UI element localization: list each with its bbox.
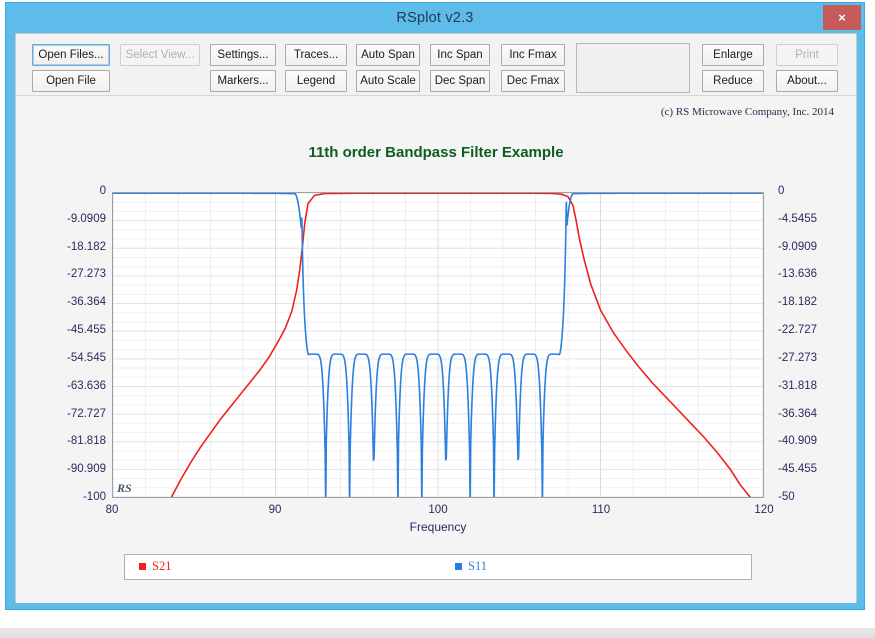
dec-span-button[interactable]: Dec Span (430, 70, 490, 92)
legend-entry[interactable]: S21 (139, 559, 171, 574)
y-left-tick-label: -63.636 (66, 379, 106, 392)
y-right-tick-label: 0 (778, 185, 785, 197)
y-axis-right: 0 -4.5455 -9.0909 -13.636 -18.182 -22.727 -27.… (770, 185, 870, 503)
rs-watermark: RS (117, 481, 132, 495)
legend-swatch-icon (455, 563, 462, 570)
chart-title: 11th order Bandpass Filter Example (308, 144, 564, 161)
y-left-tick-label: -81.818 (66, 435, 106, 448)
plot-panel: (c) RS Microwave Company, Inc. 2014 11th… (16, 96, 856, 603)
y-right-tick-label: -40.909 (778, 435, 818, 448)
markers-button[interactable]: Markers... (210, 70, 276, 92)
legend-swatch-icon (139, 563, 146, 570)
auto-span-button[interactable]: Auto Span (356, 44, 420, 66)
toolbar: Open Files... Select View... Settings...… (16, 34, 856, 96)
y-right-tick-label: -9.0909 (778, 240, 818, 253)
y-left-tick-label: -36.364 (66, 296, 106, 309)
taskbar (0, 628, 875, 638)
traces-button[interactable]: Traces... (285, 44, 347, 66)
x-tick-label: 110 (591, 504, 611, 516)
select-view-button: Select View... (120, 44, 200, 66)
x-tick-label: 120 (754, 504, 774, 516)
y-right-tick-label: -18.182 (778, 296, 818, 309)
gridlines (113, 193, 763, 497)
y-left-tick-label: -45.455 (66, 324, 106, 337)
y-right-tick-label: -45.455 (778, 463, 818, 476)
plot-canvas (113, 193, 763, 497)
y-left-tick-label: -9.0909 (66, 212, 106, 225)
y-right-tick-label: -13.636 (778, 268, 818, 281)
legend: S21 S11 (124, 554, 752, 580)
about-button[interactable]: About... (776, 70, 838, 92)
y-left-tick-label: -90.909 (66, 463, 106, 476)
y-left-tick-label: -54.545 (66, 351, 106, 364)
dec-fmax-button[interactable]: Dec Fmax (501, 70, 565, 92)
legend-label: S11 (468, 559, 487, 573)
y-left-tick-label: -72.727 (66, 407, 106, 420)
empty-toolbar-panel (576, 43, 690, 93)
y-left-tick-label: -100 (82, 491, 106, 503)
open-file-button[interactable]: Open File (32, 70, 110, 92)
x-axis: 80 90 100 110 120 (106, 502, 774, 520)
y-right-tick-label: -31.818 (778, 379, 818, 392)
close-icon[interactable]: × (823, 5, 861, 30)
inc-fmax-button[interactable]: Inc Fmax (501, 44, 565, 66)
x-tick-label: 80 (105, 504, 119, 516)
reduce-button[interactable]: Reduce (702, 70, 764, 92)
y-axis-left: 0 -9.0909 -18.182 -27.273 -36.364 -45.455 -54.… (16, 185, 106, 503)
y-left-tick-label: -18.182 (66, 240, 106, 253)
y-right-tick-label: -4.5455 (778, 212, 818, 225)
desktop-strip (0, 612, 875, 638)
open-files-button[interactable]: Open Files... (32, 44, 110, 66)
y-left-tick-label: 0 (99, 185, 106, 197)
window-title: RSplot v2.3 (396, 10, 474, 26)
x-tick-label: 100 (428, 504, 448, 516)
client-area: Open Files... Select View... Settings...… (15, 33, 857, 603)
auto-scale-button[interactable]: Auto Scale (356, 70, 420, 92)
inc-span-button[interactable]: Inc Span (430, 44, 490, 66)
y-right-tick-label: -50 (778, 491, 795, 503)
y-right-tick-label: -36.364 (778, 407, 818, 420)
rsplot-window: RSplot v2.3 × Open Files... Select View.… (5, 2, 865, 610)
y-right-tick-label: -27.273 (778, 351, 818, 364)
legend-label: S21 (152, 559, 172, 573)
print-button: Print (776, 44, 838, 66)
plot-area: RS (112, 192, 764, 498)
y-right-tick-label: -22.727 (778, 324, 818, 337)
settings-button[interactable]: Settings... (210, 44, 276, 66)
x-tick-label: 90 (268, 504, 282, 516)
y-left-tick-label: -27.273 (66, 268, 106, 281)
enlarge-button[interactable]: Enlarge (702, 44, 764, 66)
legend-entry[interactable]: S11 (455, 559, 487, 574)
legend-button[interactable]: Legend (285, 70, 347, 92)
title-bar: RSplot v2.3 × (6, 3, 864, 33)
x-axis-label: Frequency (409, 520, 467, 534)
copyright-text: (c) RS Microwave Company, Inc. 2014 (660, 106, 834, 118)
